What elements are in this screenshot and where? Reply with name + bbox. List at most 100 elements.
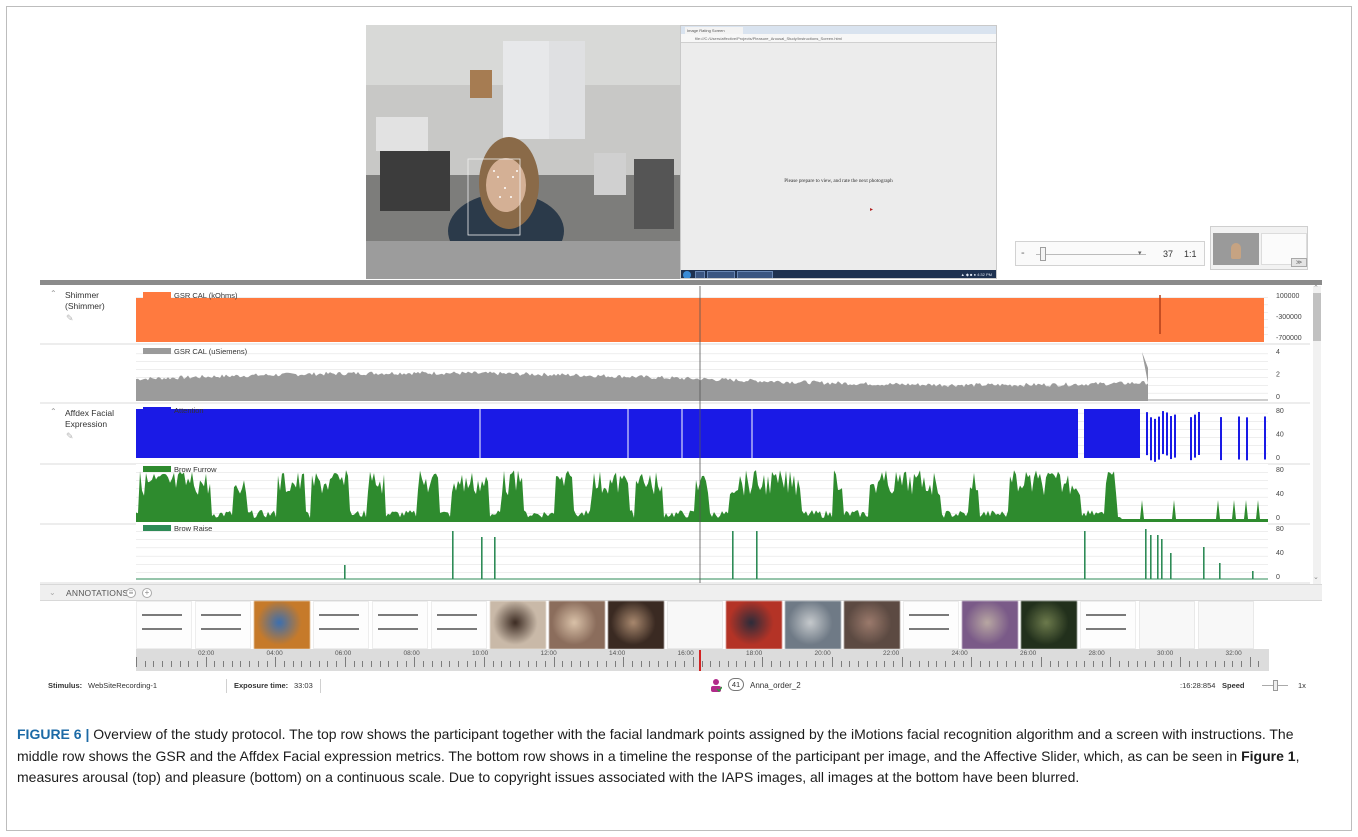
speed-value: 1x [1298,681,1306,690]
blurred-image-thumbnail[interactable] [490,601,546,649]
timeline-ruler[interactable]: 02:00 04:00 06:00 08:00 10:00 12:00 14:00 16:00… [136,649,1269,671]
scroll-down-icon[interactable]: ⌄ [1313,573,1319,581]
affective-slider-thumbnail[interactable] [313,601,369,649]
blank-thumbnail[interactable] [1198,601,1254,649]
track-legend-swatch [143,407,171,413]
attention-bar [1170,416,1172,460]
timeline-tick [362,661,364,667]
respondent-icon [711,679,722,692]
timeline-tick [1153,661,1155,667]
track-tick: 4 [1276,349,1280,356]
track-label: GSR CAL (kOhms) [174,291,238,300]
affective-slider-thumbnail[interactable] [372,601,428,649]
annotations-row: ⌄ ANNOTATIONS ≡ + [40,584,1322,601]
figure-label: FIGURE 6 | [17,726,90,742]
blurred-image-thumbnail[interactable] [844,601,900,649]
timeline-tick [257,661,259,667]
timeline-tick [875,661,877,667]
track-tick: 40 [1276,432,1284,439]
timeline-tick [1093,661,1094,667]
attention-bar [1174,414,1176,458]
figure-caption: FIGURE 6 | Overview of the study protoco… [17,724,1337,789]
timeline-tick-label: 02:00 [198,650,215,657]
timeline-tick [1119,661,1121,667]
annotations-label: ANNOTATIONS [66,588,129,598]
add-icon[interactable]: + [142,588,152,598]
brow-raise-spike [1252,571,1254,579]
timeline-tick [1023,661,1025,667]
timeline-tick [640,661,642,667]
timeline-tick [631,661,633,667]
brow-raise-spike [756,531,758,579]
timeline-tick [527,661,529,667]
track-tick: 0 [1276,515,1280,522]
timeline-tick [1171,661,1173,667]
playhead[interactable] [699,650,701,671]
scroll-up-icon[interactable]: ⌃ [1313,284,1319,292]
timeline-tick-label: 08:00 [403,650,420,657]
track-background [136,523,1268,581]
timeline-tick-label: 04:00 [266,650,283,657]
attention-bar [1190,417,1192,461]
timeline-tick [510,661,512,667]
timeline-tick [979,661,981,667]
track-legend-swatch [143,292,171,298]
blurred-image-thumbnail[interactable] [726,601,782,649]
affective-slider-thumbnail[interactable] [136,601,192,649]
timeline-tick [353,661,355,667]
timeline-tick [718,661,720,667]
track-label: Brow Raise [174,524,212,533]
blurred-image-thumbnail[interactable] [549,601,605,649]
timeline-tick [292,661,294,667]
exposure-label: Exposure time: [234,681,289,690]
timeline-tick [1240,661,1242,667]
timeline-tick [196,661,198,667]
scrollbar-thumb[interactable] [1313,293,1321,341]
attention-bar [1162,411,1164,455]
blurred-image-thumbnail[interactable] [254,601,310,649]
timeline-tick [179,661,181,667]
timeline-tick [344,657,346,667]
list-icon[interactable]: ≡ [126,588,136,598]
timeline-tick [1101,661,1103,667]
affective-slider-thumbnail[interactable] [431,601,487,649]
attention-bar [1166,412,1168,456]
blank-thumbnail[interactable] [667,601,723,649]
affective-slider-thumbnail[interactable] [195,601,251,649]
affective-slider-thumbnail[interactable] [903,601,959,649]
respondent-count-badge[interactable]: 41 [728,678,744,691]
attention-bar [1150,417,1152,461]
timeline-tick [614,661,616,667]
timeline-tick [336,661,338,667]
timeline-tick [440,661,442,667]
attention-bar [1146,412,1148,456]
timeline-tick [892,661,894,667]
blurred-image-thumbnail[interactable] [1021,601,1077,649]
timeline-tick [797,661,799,667]
chevron-down-icon[interactable]: ⌄ [49,588,56,597]
status-bar: Stimulus: WebSiteRecording-1 Exposure ti… [40,678,1322,694]
timeline-tick [910,661,912,667]
timeline-tick [710,661,712,667]
timeline-tick [1232,661,1234,667]
timeline-tick-label: 24:00 [951,650,968,657]
blank-thumbnail[interactable] [1139,601,1195,649]
timeline-tick [1032,661,1034,667]
timeline-tick [684,661,686,667]
timeline-tick [823,661,825,667]
blurred-image-thumbnail[interactable] [785,601,841,649]
timeline-tick [301,661,303,667]
timeline-tick [266,661,268,667]
blurred-image-thumbnail[interactable] [962,601,1018,649]
affective-slider-thumbnail[interactable] [1080,601,1136,649]
timeline-tick [423,661,425,667]
timeline-tick [283,661,285,667]
blurred-image-thumbnail[interactable] [608,601,664,649]
timeline-tick [736,661,738,667]
timeline-tick [1006,661,1007,667]
attention-bar [1238,416,1240,460]
track-tick: 40 [1276,550,1284,557]
timeline-tick [231,661,233,667]
speed-slider-thumb[interactable] [1273,680,1278,691]
timeline-tick [727,661,729,667]
